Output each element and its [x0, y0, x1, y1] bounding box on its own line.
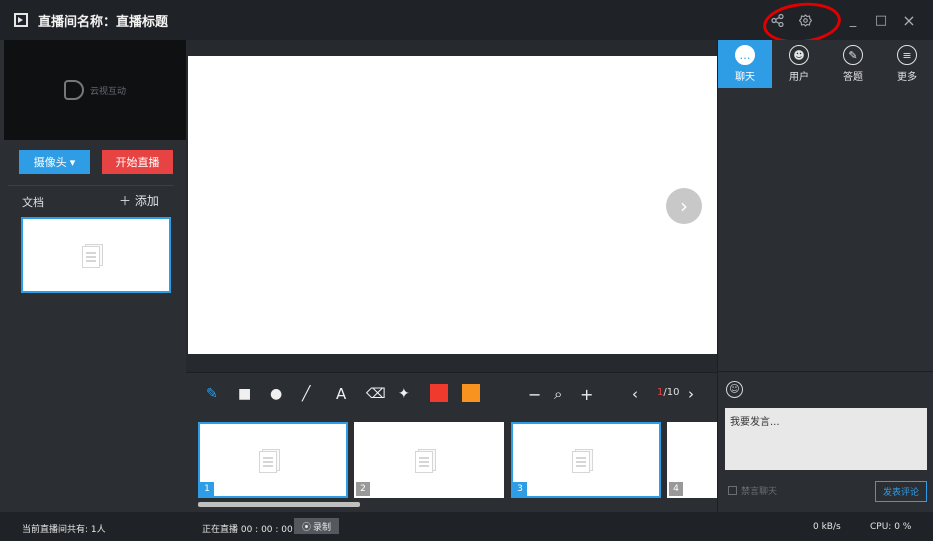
page-thumbnail[interactable]: 3	[511, 422, 661, 498]
tab-more[interactable]: ≡ 更多	[880, 40, 933, 88]
page-number: 3	[513, 482, 527, 496]
chat-message-area[interactable]	[718, 88, 933, 372]
zoom-out-icon[interactable]: −	[528, 384, 541, 404]
bandwidth-readout: 0 kB/s	[813, 522, 841, 532]
document-icon	[81, 242, 111, 268]
close-button[interactable]: ×	[895, 6, 923, 34]
camera-label: 摄像头	[33, 157, 67, 169]
total-pages: /10	[663, 387, 680, 398]
whiteboard[interactable]	[188, 56, 717, 354]
page-counter: 1/10	[657, 387, 679, 398]
chat-icon: …	[735, 45, 755, 65]
send-comment-button[interactable]: 发表评论	[875, 481, 927, 502]
right-panel: … 聊天 ☻ 用户 ✎ 答题 ≡ 更多 ☺ 禁言聊天 发表评论	[717, 40, 933, 512]
record-icon: ⦿	[301, 522, 311, 533]
tab-label: 聊天	[735, 72, 755, 83]
page-thumbnail-strip: 1 2 3 4	[186, 414, 717, 512]
line-icon[interactable]: ╱	[302, 384, 310, 404]
record-button[interactable]: ⦿ 录制	[294, 518, 339, 534]
play-logo-icon	[63, 80, 84, 100]
page-number: 2	[356, 482, 370, 496]
list-icon: ≡	[897, 45, 917, 65]
mute-chat-checkbox[interactable]: 禁言聊天	[728, 484, 777, 497]
chevron-down-icon: ▾	[69, 156, 76, 169]
circle-icon[interactable]: ●	[270, 384, 282, 404]
document-icon	[258, 447, 288, 473]
maximize-button[interactable]: □	[867, 6, 895, 34]
next-page-icon[interactable]: ›	[688, 384, 694, 404]
mute-chat-label: 禁言聊天	[741, 487, 778, 497]
record-label: 录制	[313, 522, 332, 533]
status-bar: 当前直播间共有: 1人 正在直播 00 : 00 : 00 ⦿ 录制 0 kB/…	[0, 512, 933, 541]
checkbox-box[interactable]	[728, 486, 737, 495]
page-number: 4	[669, 482, 683, 496]
add-doc-button[interactable]: ＋ 添加	[119, 192, 159, 209]
drawing-toolbar: ✎ ■ ● ╱ A ⌫ ✦ − ⌕ + ‹ 1/10 ›	[186, 372, 717, 414]
rectangle-icon[interactable]: ■	[238, 384, 251, 404]
zoom-icon[interactable]: ⌕	[554, 384, 562, 404]
color-orange-swatch[interactable]	[462, 384, 480, 402]
next-page-button[interactable]: ›	[666, 188, 702, 224]
color-red-swatch[interactable]	[430, 384, 448, 402]
emoji-icon[interactable]: ☺	[726, 381, 743, 398]
viewer-count: 当前直播间共有: 1人	[22, 525, 106, 535]
camera-preview: 云视互动	[4, 40, 186, 140]
tab-label: 答题	[843, 72, 863, 83]
tab-quiz[interactable]: ✎ 答题	[826, 40, 880, 88]
tab-label: 更多	[897, 72, 917, 83]
page-thumbnail[interactable]: 2	[354, 422, 504, 498]
prev-page-icon[interactable]: ‹	[632, 384, 638, 404]
live-timer: 正在直播 00 : 00 : 00	[202, 525, 293, 535]
window-title: 直播间名称：直播标题	[38, 14, 169, 30]
left-panel: 云视互动 摄像头 ▾ 开始直播 文档 ＋ 添加	[0, 40, 186, 512]
preview-logo: 云视互动	[63, 80, 126, 100]
pencil-icon: ✎	[843, 45, 863, 65]
horizontal-scrollbar[interactable]	[198, 502, 360, 507]
preview-logo-text: 云视互动	[89, 86, 126, 97]
page-number: 1	[200, 482, 214, 496]
minimize-button[interactable]: _	[839, 6, 867, 34]
pen-icon[interactable]: ✎	[206, 384, 218, 404]
chat-input[interactable]	[725, 408, 927, 470]
tab-chat[interactable]: … 聊天	[718, 40, 772, 88]
tab-users[interactable]: ☻ 用户	[772, 40, 826, 88]
page-thumbnail[interactable]: 4	[667, 422, 717, 498]
document-icon	[571, 447, 601, 473]
tab-label: 用户	[789, 72, 809, 83]
doc-thumbnail[interactable]	[21, 217, 171, 293]
camera-button[interactable]: 摄像头 ▾	[19, 150, 90, 174]
eraser-icon[interactable]: ⌫	[366, 384, 386, 404]
text-icon[interactable]: A	[336, 384, 346, 404]
cpu-readout: CPU: 0 %	[870, 522, 912, 532]
docs-label: 文档	[22, 196, 44, 209]
page-thumbnail[interactable]: 1	[198, 422, 348, 498]
zoom-in-icon[interactable]: +	[580, 384, 593, 404]
users-icon: ☻	[789, 45, 809, 65]
clear-icon[interactable]: ✦	[398, 384, 410, 404]
divider	[8, 185, 174, 186]
start-live-button[interactable]: 开始直播	[102, 150, 173, 174]
document-icon	[414, 447, 444, 473]
app-logo-icon	[14, 13, 28, 27]
side-tabs: … 聊天 ☻ 用户 ✎ 答题 ≡ 更多	[718, 40, 933, 88]
